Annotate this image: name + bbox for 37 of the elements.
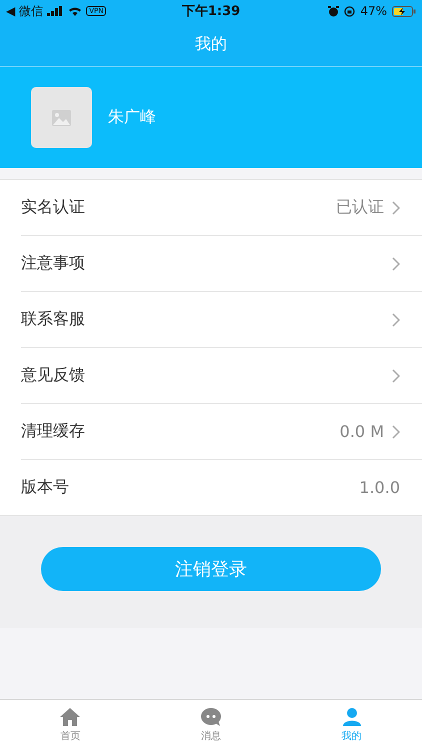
menu-label: 意见反馈 (21, 365, 86, 386)
menu-label: 版本号 (21, 477, 70, 498)
menu-label: 联系客服 (21, 309, 86, 330)
menu-value: 1.0.0 (359, 478, 400, 497)
menu-row[interactable]: 联系客服 (21, 292, 422, 348)
menu-row[interactable]: 版本号 1.0.0 (21, 460, 422, 515)
rotation-lock-icon (344, 6, 356, 16)
menu-row[interactable]: 注意事项 (21, 236, 422, 292)
menu-value: 0.0 M (340, 422, 384, 441)
battery-percent: 47% (360, 4, 387, 18)
home-icon (60, 708, 80, 726)
clock-text: 下午1:39 (180, 3, 242, 20)
chevron-right-icon (392, 256, 400, 270)
signal-icon (47, 6, 64, 16)
menu-label: 注意事项 (21, 253, 86, 274)
chevron-right-icon (392, 200, 400, 214)
menu-value: 已认证 (336, 197, 384, 218)
menu-row[interactable]: 清理缓存 0.0 M (21, 404, 422, 460)
chevron-right-icon (392, 424, 400, 438)
tab[interactable]: 消息 (140, 700, 282, 750)
battery-icon (392, 6, 416, 16)
tab[interactable]: 首页 (0, 700, 141, 750)
menu-label: 清理缓存 (21, 421, 86, 442)
person-icon (342, 708, 362, 726)
user-name: 朱广峰 (108, 107, 156, 128)
chevron-right-icon (392, 312, 400, 326)
menu-label: 实名认证 (21, 197, 86, 218)
carrier-text: 微信 (19, 2, 44, 20)
alarm-clock-icon (328, 6, 340, 16)
wifi-icon (68, 6, 82, 16)
menu-row[interactable]: 实名认证 已认证 (21, 180, 422, 236)
image-icon (52, 110, 71, 126)
chevron-right-icon (392, 368, 400, 382)
page-title: 我的 (195, 34, 227, 54)
menu-row[interactable]: 意见反馈 (21, 348, 422, 404)
chat-bubble-icon (201, 708, 221, 726)
back-text[interactable]: ◀ (6, 4, 16, 18)
